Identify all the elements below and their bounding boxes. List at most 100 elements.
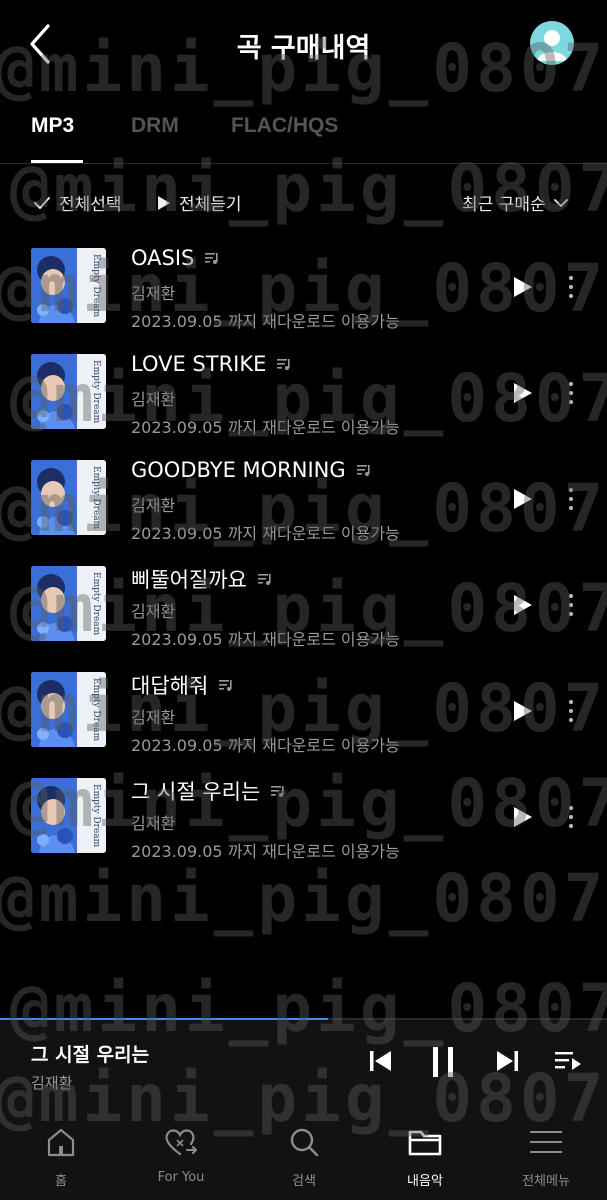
- play-icon: [514, 595, 532, 615]
- pause-icon: [433, 1047, 453, 1077]
- play-button[interactable]: [512, 488, 534, 510]
- play-button[interactable]: [512, 806, 534, 828]
- tab-mp3[interactable]: MP3: [31, 114, 74, 138]
- select-all-label: 전체선택: [59, 195, 122, 215]
- more-options-button[interactable]: [562, 380, 580, 406]
- album-art[interactable]: Empty Dream: [31, 566, 106, 641]
- playlist-button[interactable]: [554, 1048, 582, 1078]
- list-toolbar: 전체선택 전체듣기 최근 구매순: [0, 186, 607, 220]
- more-options-button[interactable]: [562, 804, 580, 830]
- album-art-text: Empty Dream: [91, 360, 101, 424]
- album-art-text: Empty Dream: [91, 572, 101, 636]
- lyrics-icon: [205, 253, 218, 264]
- song-row[interactable]: Empty Dream 그 시절 우리는 김재환 2023.09.05 까지 재…: [0, 762, 607, 868]
- sort-dropdown[interactable]: 최근 구매순: [462, 190, 576, 215]
- song-title[interactable]: OASIS: [131, 246, 220, 270]
- previous-button[interactable]: [368, 1048, 394, 1078]
- select-all-button[interactable]: 전체선택: [33, 190, 122, 215]
- song-row[interactable]: Empty Dream LOVE STRIKE 김재환 2023.09.05 까…: [0, 338, 607, 444]
- playlist-icon: [555, 1052, 581, 1070]
- nav-item-folder[interactable]: 내음악: [375, 1124, 475, 1189]
- album-art[interactable]: Empty Dream: [31, 778, 106, 853]
- play-button[interactable]: [512, 700, 534, 722]
- song-row[interactable]: Empty Dream 대답해줘 김재환 2023.09.05 까지 재다운로드…: [0, 656, 607, 762]
- now-playing-artist: 김재환: [31, 1074, 73, 1092]
- more-vertical-icon: [569, 276, 573, 298]
- tab-flac-hqs[interactable]: FLAC/HQS: [231, 114, 338, 138]
- song-artist: 김재환: [131, 496, 176, 515]
- skip-previous-icon: [370, 1051, 391, 1071]
- song-title-text: OASIS: [131, 246, 195, 270]
- play-button[interactable]: [512, 276, 534, 298]
- album-art[interactable]: Empty Dream: [31, 460, 106, 535]
- tab-drm[interactable]: DRM: [131, 114, 179, 138]
- play-icon: [158, 195, 170, 210]
- play-icon: [514, 383, 532, 403]
- bottom-navigation: 홈 For You 검색 내음악 전체메뉴: [0, 1106, 607, 1200]
- nav-label: For You: [157, 1170, 205, 1185]
- song-artist: 김재환: [131, 814, 176, 833]
- album-art[interactable]: Empty Dream: [31, 672, 106, 747]
- album-art[interactable]: Empty Dream: [31, 248, 106, 323]
- album-art-text: Empty Dream: [91, 784, 101, 848]
- song-row[interactable]: Empty Dream OASIS 김재환 2023.09.05 까지 재다운로…: [0, 232, 607, 338]
- lyrics-icon: [219, 680, 232, 691]
- song-expiry-info: 2023.09.05 까지 재다운로드 이용가능: [131, 842, 400, 861]
- heart-icon: [131, 1124, 231, 1160]
- play-button[interactable]: [512, 594, 534, 616]
- nav-label: 홈: [55, 1174, 67, 1189]
- song-title-text: 그 시절 우리는: [131, 780, 261, 804]
- lyrics-icon: [271, 786, 284, 797]
- more-options-button[interactable]: [562, 486, 580, 512]
- play-icon: [514, 489, 532, 509]
- more-options-button[interactable]: [562, 274, 580, 300]
- more-vertical-icon: [569, 382, 573, 404]
- song-row[interactable]: Empty Dream GOODBYE MORNING 김재환 2023.09.…: [0, 444, 607, 550]
- song-title[interactable]: 대답해줘: [131, 670, 234, 700]
- song-expiry-info: 2023.09.05 까지 재다운로드 이용가능: [131, 736, 400, 755]
- progress-fill: [0, 1018, 328, 1020]
- more-options-button[interactable]: [562, 698, 580, 724]
- page-title: 곡 구매내역: [236, 33, 371, 64]
- more-vertical-icon: [569, 806, 573, 828]
- song-artist: 김재환: [131, 284, 176, 303]
- now-playing-title: 그 시절 우리는: [31, 1044, 150, 1066]
- skip-next-icon: [497, 1051, 518, 1071]
- album-art-text: Empty Dream: [91, 466, 101, 530]
- more-vertical-icon: [569, 594, 573, 616]
- song-artist: 김재환: [131, 602, 176, 621]
- song-row[interactable]: Empty Dream 삐뚤어질까요 김재환 2023.09.05 까지 재다운…: [0, 550, 607, 656]
- search-icon: [254, 1124, 354, 1160]
- user-icon: [537, 30, 567, 61]
- watermark-text: @mini_pig_0807: [0, 860, 602, 937]
- menu-icon: [496, 1124, 596, 1160]
- song-title-text: 대답해줘: [131, 674, 209, 698]
- song-expiry-info: 2023.09.05 까지 재다운로드 이용가능: [131, 418, 400, 437]
- song-title[interactable]: 그 시절 우리는: [131, 776, 286, 806]
- album-art[interactable]: Empty Dream: [31, 354, 106, 429]
- song-title[interactable]: GOODBYE MORNING: [131, 458, 372, 482]
- play-icon: [514, 807, 532, 827]
- progress-bar[interactable]: [0, 1018, 607, 1020]
- nav-item-search[interactable]: 검색: [254, 1124, 354, 1189]
- more-options-button[interactable]: [562, 592, 580, 618]
- play-icon: [514, 277, 532, 297]
- lyrics-icon: [356, 465, 370, 476]
- tab-indicator: [31, 160, 83, 163]
- pause-button[interactable]: [430, 1046, 458, 1082]
- next-button[interactable]: [494, 1048, 520, 1078]
- avatar[interactable]: [530, 21, 574, 65]
- more-vertical-icon: [569, 488, 573, 510]
- lyrics-icon: [257, 574, 271, 585]
- play-button[interactable]: [512, 382, 534, 404]
- song-title[interactable]: LOVE STRIKE: [131, 352, 292, 376]
- play-all-button[interactable]: 전체듣기: [157, 190, 242, 215]
- nav-item-home[interactable]: 홈: [11, 1124, 111, 1189]
- song-artist: 김재환: [131, 390, 176, 409]
- song-title[interactable]: 삐뚤어질까요: [131, 564, 273, 594]
- nav-item-heart[interactable]: For You: [131, 1124, 231, 1185]
- mini-player[interactable]: 그 시절 우리는 김재환: [0, 1018, 607, 1106]
- nav-item-menu[interactable]: 전체메뉴: [496, 1124, 596, 1189]
- song-title-text: LOVE STRIKE: [131, 352, 267, 376]
- lyrics-icon: [277, 359, 291, 370]
